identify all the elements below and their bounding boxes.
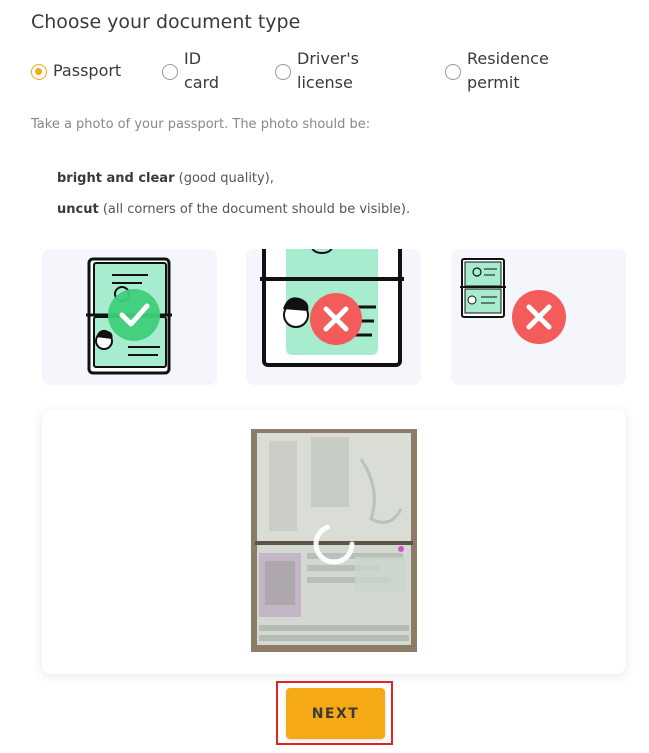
radio-label-residence-permit: Residence permit — [467, 47, 549, 95]
radio-label-id-card-line1: ID — [184, 49, 202, 68]
example-too-far-card — [451, 249, 626, 385]
photo-instructions: Take a photo of your passport. The photo… — [31, 117, 371, 132]
passport-too-close-illustration — [260, 249, 404, 367]
example-too-close-card — [246, 249, 421, 385]
next-button[interactable]: NEXT — [286, 688, 385, 739]
uploaded-passport-photo — [251, 429, 417, 652]
requirement-uncut-rest: (all corners of the document should be v… — [98, 202, 411, 217]
radio-unchecked-icon[interactable] — [162, 64, 178, 80]
requirement-quality-bold: bright and clear — [57, 171, 175, 186]
radio-id-card[interactable]: ID card — [162, 47, 219, 95]
radio-checked-icon[interactable] — [31, 64, 47, 80]
radio-passport[interactable]: Passport — [31, 59, 121, 83]
radio-label-drivers-license-line1: Driver's — [297, 49, 359, 68]
radio-label-id-card-line2: card — [184, 73, 220, 92]
next-button-highlight: NEXT — [276, 681, 393, 745]
radio-unchecked-icon[interactable] — [445, 64, 461, 80]
radio-residence-permit[interactable]: Residence permit — [445, 47, 549, 95]
uploaded-photo-image — [251, 429, 417, 652]
example-correct-card — [42, 249, 217, 385]
requirement-uncut-bold: uncut — [57, 202, 99, 217]
passport-too-far-illustration — [460, 258, 566, 344]
requirement-quality-rest: (good quality), — [174, 171, 274, 186]
radio-label-id-card: ID card — [184, 47, 219, 95]
radio-label-drivers-license-line2: license — [297, 73, 353, 92]
check-icon — [108, 289, 160, 341]
page-title: Choose your document type — [31, 11, 301, 33]
passport-correct-illustration — [86, 257, 172, 375]
requirement-quality: bright and clear (good quality), — [57, 171, 274, 186]
radio-unchecked-icon[interactable] — [275, 64, 291, 80]
radio-label-residence-permit-line1: Residence — [467, 49, 549, 68]
radio-drivers-license[interactable]: Driver's license — [275, 47, 359, 95]
radio-label-residence-permit-line2: permit — [467, 73, 520, 92]
radio-label-passport: Passport — [53, 61, 122, 80]
radio-label-drivers-license: Driver's license — [297, 47, 359, 95]
requirement-uncut: uncut (all corners of the document shoul… — [57, 202, 410, 217]
